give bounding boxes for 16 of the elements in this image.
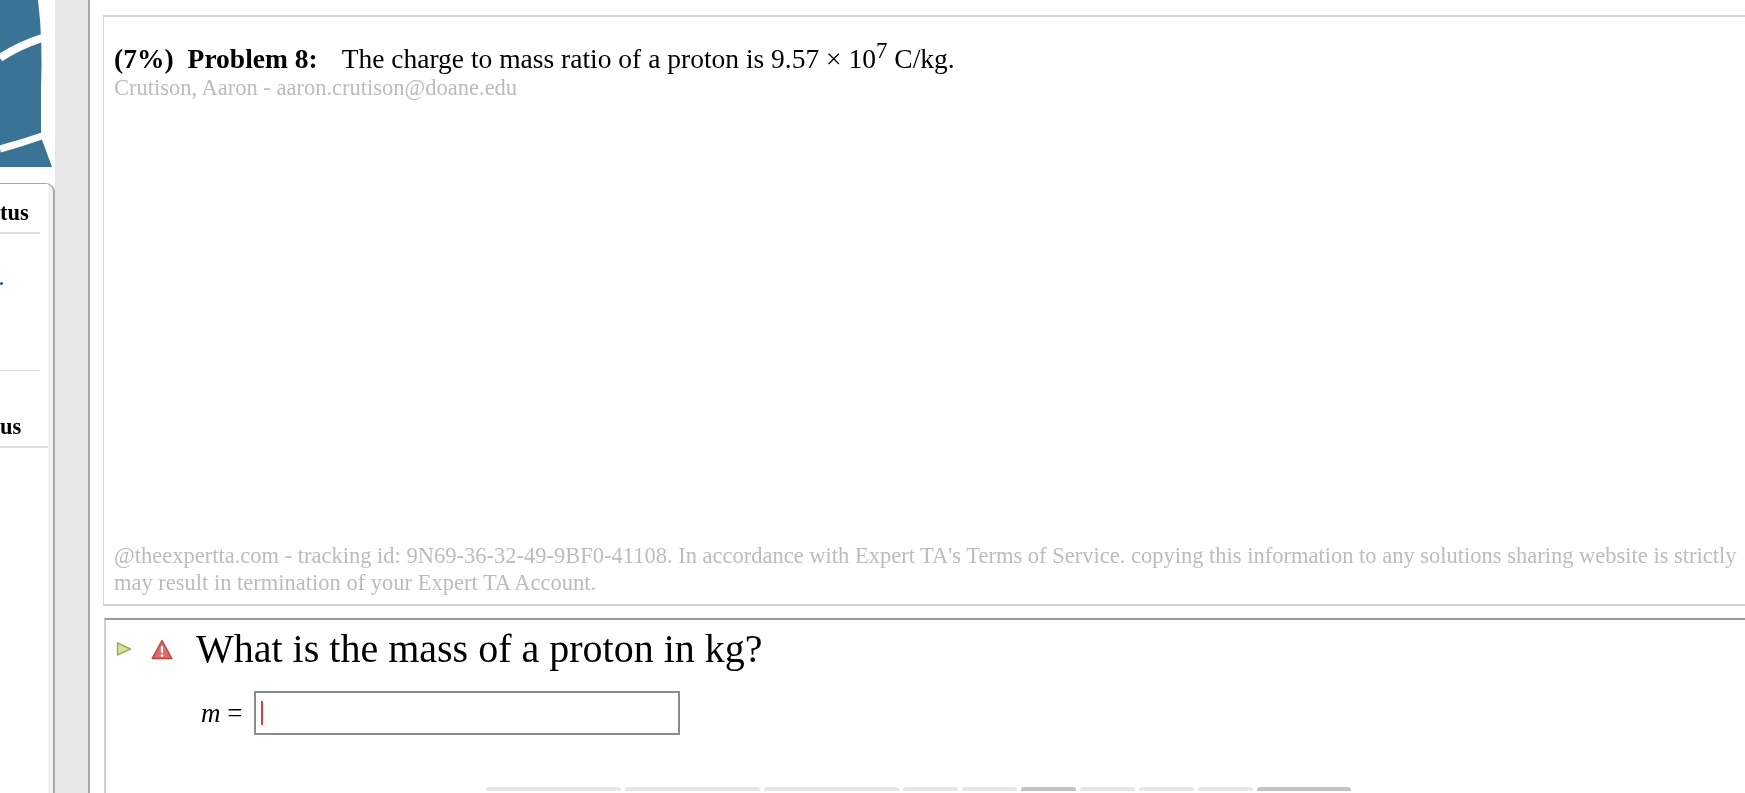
variable-label: m = xyxy=(201,698,243,728)
author-line: Crutison, Aaron - aaron.crutison@doane.edu xyxy=(114,75,519,102)
section-heading: tus xyxy=(0,200,40,234)
problem-statement: The charge to mass ratio of a proton is 9.57 × 10$^{7}$ C/kg. xyxy=(341,37,955,76)
bullet-icon xyxy=(0,282,3,285)
keypad-key[interactable] xyxy=(1021,787,1076,791)
warning-icon xyxy=(151,638,173,660)
keypad-key[interactable] xyxy=(1257,787,1351,791)
play-icon[interactable] xyxy=(116,641,132,657)
question-text: What is the mass of a proton in kg? xyxy=(196,626,763,672)
text-cursor-icon xyxy=(261,701,263,725)
problem-weight: (7%) xyxy=(114,43,174,76)
answer-field[interactable] xyxy=(254,691,681,735)
tracking-notice: @theexpertta.com - tracking id: 9N69-36-32-49-9BF0-41108. In accordance with Expert TA's Terms of Service. copying this information to any solutions sharing website is strictly may result in termination of your Expert TA Account. xyxy=(114,542,1738,596)
section-heading: us xyxy=(0,414,48,448)
problem-title: Problem 8: xyxy=(187,43,318,76)
